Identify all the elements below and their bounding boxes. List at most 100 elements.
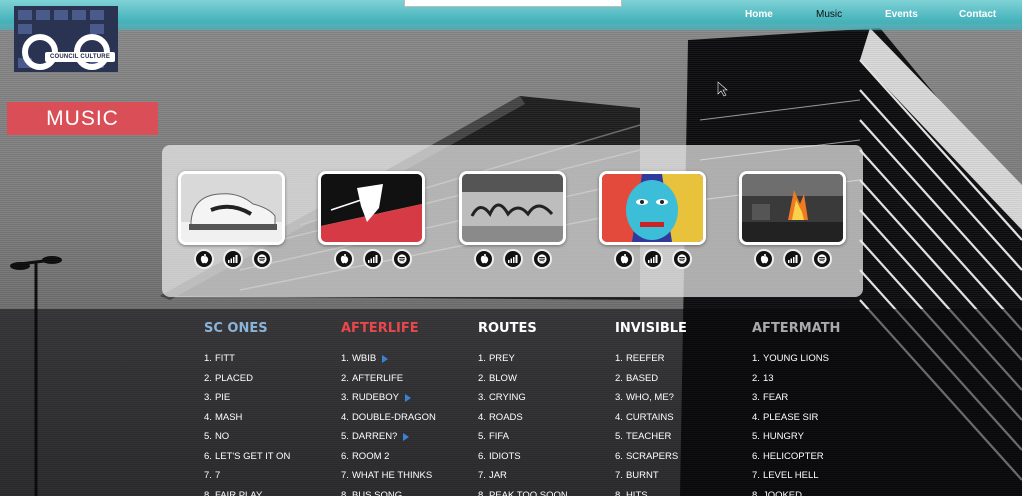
nav-home[interactable]: Home [745, 9, 773, 20]
track-number: 1. [478, 353, 486, 365]
play-icon[interactable] [382, 354, 389, 363]
track-item[interactable]: 7. 7 [204, 466, 334, 486]
track-item[interactable]: 5. HUNGRY [752, 427, 882, 447]
play-icon[interactable] [403, 432, 410, 441]
track-name: RUDEBOY [351, 392, 399, 404]
nav-contact[interactable]: Contact [959, 9, 996, 20]
track-number: 6. [615, 450, 623, 462]
track-name: TEACHER [625, 431, 672, 443]
track-item[interactable]: 2. AFTERLIFE [341, 369, 471, 389]
nav-music[interactable]: Music [816, 9, 842, 20]
track-item[interactable]: 5. FIFA [478, 427, 608, 447]
logo-graphic [14, 6, 118, 72]
track-item[interactable]: 1. WBIB [341, 349, 471, 369]
track-item[interactable]: 4. PLEASE SIR [752, 408, 882, 428]
track-item[interactable]: 3. RUDEBOY [341, 388, 471, 408]
track-number: 5. [341, 431, 349, 443]
track-item[interactable]: 3. WHO, ME? [615, 388, 745, 408]
track-number: 3. [615, 392, 623, 404]
track-item[interactable]: 5. DARREN? [341, 427, 471, 447]
track-number: 8. [204, 489, 212, 496]
track-item[interactable]: 4. DOUBLE-DRAGON [341, 408, 471, 428]
track-name: FEAR [762, 392, 789, 404]
track-number: 8. [615, 489, 623, 496]
apple-music-icon[interactable] [474, 249, 494, 269]
album-cover-invisible[interactable] [599, 171, 706, 245]
track-item[interactable]: 5. TEACHER [615, 427, 745, 447]
spotify-icon[interactable] [812, 249, 832, 269]
tracklist-afterlife: AFTERLIFE 1. WBIB 2. AFTERLIFE 3. RUDEBOY 4. DO… [341, 320, 471, 496]
track-name: MASH [214, 411, 243, 423]
spotify-icon[interactable] [392, 249, 412, 269]
page-title: MUSIC [7, 102, 158, 135]
apple-music-icon[interactable] [194, 249, 214, 269]
track-item[interactable]: 7. LEVEL HELL [752, 466, 882, 486]
soundcloud-icon[interactable] [643, 249, 663, 269]
track-item[interactable]: 6. LET'S GET IT ON [204, 447, 334, 467]
soundcloud-icon[interactable] [503, 249, 523, 269]
track-item[interactable]: 8. HITS [615, 486, 745, 496]
track-number: 6. [478, 450, 486, 462]
track-item[interactable]: 8. FAIR PLAY [204, 486, 334, 496]
nav-events[interactable]: Events [885, 9, 918, 20]
track-item[interactable]: 3. CRYING [478, 388, 608, 408]
apple-music-icon[interactable] [754, 249, 774, 269]
spotify-icon[interactable] [672, 249, 692, 269]
track-name: BLOW [488, 372, 517, 384]
apple-music-icon[interactable] [614, 249, 634, 269]
spotify-icon[interactable] [532, 249, 552, 269]
track-item[interactable]: 8. JOOKED [752, 486, 882, 496]
track-item[interactable]: 6. IDIOTS [478, 447, 608, 467]
track-item[interactable]: 2. BASED [615, 369, 745, 389]
album-cover-aftermath[interactable] [739, 171, 846, 245]
apple-music-icon[interactable] [334, 249, 354, 269]
track-item[interactable]: 3. FEAR [752, 388, 882, 408]
track-number: 5. [478, 431, 486, 443]
track-item[interactable]: 4. MASH [204, 408, 334, 428]
track-item[interactable]: 8. BUS SONG [341, 486, 471, 496]
track-item[interactable]: 6. HELICOPTER [752, 447, 882, 467]
track-item[interactable]: 7. BURNT [615, 466, 745, 486]
album-cover-afterlife[interactable] [318, 171, 425, 245]
track-item[interactable]: 6. ROOM 2 [341, 447, 471, 467]
track-number: 2. [478, 372, 486, 384]
track-item[interactable]: 5. NO [204, 427, 334, 447]
track-name: LEVEL HELL [762, 470, 819, 482]
council-culture-logo[interactable]: COUNCIL CULTURE [14, 6, 118, 72]
track-item[interactable]: 3. PIE [204, 388, 334, 408]
track-name: 7 [214, 470, 221, 482]
track-item[interactable]: 6. SCRAPERS [615, 447, 745, 467]
soundcloud-icon[interactable] [363, 249, 383, 269]
track-item[interactable]: 1. YOUNG LIONS [752, 349, 882, 369]
track-number: 3. [204, 392, 212, 404]
track-item[interactable]: 7. WHAT HE THINKS [341, 466, 471, 486]
track-item[interactable]: 2. 13 [752, 369, 882, 389]
album-streaming-links [614, 249, 692, 269]
track-item[interactable]: 1. REEFER [615, 349, 745, 369]
track-item[interactable]: 2. PLACED [204, 369, 334, 389]
track-item[interactable]: 4. CURTAINS [615, 408, 745, 428]
album-cover-sc-ones[interactable] [178, 171, 285, 245]
track-name: WHAT HE THINKS [351, 470, 433, 482]
track-item[interactable]: 7. JAR [478, 466, 608, 486]
track-item[interactable]: 8. PEAK TOO SOON [478, 486, 608, 496]
track-name: FAIR PLAY [214, 489, 263, 496]
spotify-icon[interactable] [252, 249, 272, 269]
album-streaming-links [754, 249, 832, 269]
play-icon[interactable] [404, 393, 411, 402]
track-item[interactable]: 4. ROADS [478, 408, 608, 428]
tracklist-title: INVISIBLE [615, 321, 687, 336]
soundcloud-icon[interactable] [223, 249, 243, 269]
soundcloud-icon[interactable] [783, 249, 803, 269]
track-item[interactable]: 1. PREY [478, 349, 608, 369]
track-number: 7. [752, 470, 760, 482]
track-number: 6. [752, 450, 760, 462]
track-name: BURNT [625, 470, 659, 482]
tracklist-title: AFTERMATH [752, 321, 841, 336]
track-number: 3. [341, 392, 349, 404]
album-cover-routes[interactable] [459, 171, 566, 245]
track-item[interactable]: 2. BLOW [478, 369, 608, 389]
track-item[interactable]: 1. FITT [204, 349, 334, 369]
search-bar[interactable] [404, 0, 622, 7]
tracklist-title: SC ONES [204, 321, 268, 336]
